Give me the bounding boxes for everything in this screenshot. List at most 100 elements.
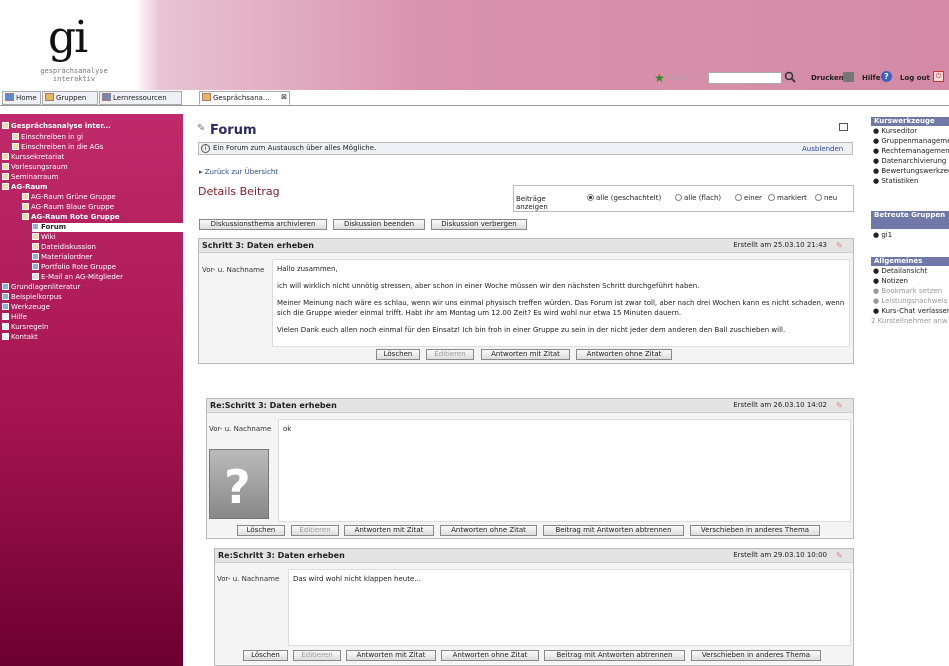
tool-link[interactable]: ● Gruppenmanagement (873, 137, 949, 146)
archive-thread-button[interactable]: Diskussionsthema archivieren (199, 219, 327, 230)
radio-icon[interactable] (735, 194, 742, 201)
sidebar-item-ag-red[interactable]: AG-Raum Rote Gruppe (22, 213, 205, 222)
reply-no-quote-button[interactable]: Antworten ohne Zitat (576, 349, 672, 360)
edit-button[interactable]: Editieren (426, 349, 474, 360)
sidebar-item-wiki[interactable]: Wiki (32, 233, 215, 242)
split-post-button[interactable]: Beitrag mit Antworten abtrennen (544, 650, 685, 661)
radio-nested[interactable]: alle (geschachtelt) (587, 194, 661, 202)
logo: gi gesprächsanalyse interaktiv (4, 6, 134, 90)
sidebar-item-enrol-gi[interactable]: Einschreiben in gi (12, 133, 195, 142)
delete-button[interactable]: Löschen (243, 650, 288, 661)
end-discussion-button[interactable]: Diskussion beenden (333, 219, 425, 230)
delete-button[interactable]: Löschen (237, 525, 285, 536)
edit-icon[interactable]: ✎ (836, 401, 845, 410)
sidebar-item-ag-green[interactable]: AG-Raum Grüne Gruppe (22, 193, 205, 202)
post-title-text: Re:Schritt 3: Daten erheben (218, 551, 345, 560)
star-icon[interactable]: ★ (654, 71, 665, 85)
general-link[interactable]: ● Kurs-Chat verlassen (873, 307, 949, 316)
reply-quote-button[interactable]: Antworten mit Zitat (481, 349, 570, 360)
sidebar-item-corpus[interactable]: Beispielkorpus (2, 293, 185, 302)
print-link[interactable]: Drucken (811, 74, 844, 82)
radio-marked[interactable]: markiert (768, 194, 807, 202)
sidebar-item-ag-blue[interactable]: AG-Raum Blaue Gruppe (22, 203, 205, 212)
sidebar-item-secretariat[interactable]: Kurssekretariat (2, 153, 185, 162)
post-paragraph: ich will wirklich nicht unnötig stressen… (277, 282, 700, 290)
edit-button[interactable]: Editieren (291, 525, 339, 536)
tool-link[interactable]: ● Bewertungswerkzeug (873, 167, 949, 176)
tab-home[interactable]: Home (2, 91, 41, 105)
sidebar-item-file-discussion[interactable]: Dateidiskussion (32, 243, 215, 252)
logout-icon[interactable]: ⏻ (933, 71, 944, 82)
general-link[interactable]: ● Notizen (873, 277, 949, 286)
general-link[interactable]: ● Bookmark setzen (873, 287, 949, 296)
back-link[interactable]: ▸ Zurück zur Übersicht (199, 168, 278, 176)
enrol-icon (12, 143, 19, 150)
reply-quote-button[interactable]: Antworten mit Zitat (344, 525, 434, 536)
radio-one[interactable]: einer (735, 194, 762, 202)
group-link[interactable]: ● gi1 (873, 231, 949, 240)
groups-header: Betreute Gruppen (871, 211, 949, 229)
sidebar-item-ag-room[interactable]: AG-Raum (2, 183, 185, 192)
radio-flat[interactable]: alle (flach) (675, 194, 721, 202)
radio-icon[interactable] (587, 194, 594, 201)
tools-header: Kurswerkzeuge (871, 117, 949, 126)
reply-no-quote-button[interactable]: Antworten ohne Zitat (440, 525, 537, 536)
move-post-button[interactable]: Verschieben in anderes Thema (691, 650, 821, 661)
radio-label: alle (flach) (684, 194, 722, 202)
general-link[interactable]: ● Leistungsnachweis (873, 297, 949, 306)
tool-link[interactable]: ● Datenarchivierung (873, 157, 949, 166)
radio-icon[interactable] (675, 194, 682, 201)
sidebar-item-lecture-room[interactable]: Vorlesungsraum (2, 163, 185, 172)
sidebar-item-enrol-ags[interactable]: Einschreiben in die AGs (12, 143, 195, 152)
reply-no-quote-button[interactable]: Antworten ohne Zitat (441, 650, 539, 661)
edit-icon[interactable]: ✎ (836, 551, 845, 560)
sidebar-item-contact[interactable]: Kontakt (2, 333, 185, 342)
logout-link[interactable]: Log out (900, 74, 930, 82)
move-post-button[interactable]: Verschieben in anderes Thema (690, 525, 820, 536)
split-post-button[interactable]: Beitrag mit Antworten abtrennen (543, 525, 684, 536)
sidebar-item-seminar-room[interactable]: Seminarraum (2, 173, 185, 182)
help-icon[interactable]: ? (881, 71, 892, 82)
tool-link[interactable]: ● Rechtemanagement (873, 147, 949, 156)
reply-quote-button[interactable]: Antworten mit Zitat (346, 650, 436, 661)
search-input[interactable] (708, 72, 782, 84)
mail-icon (32, 273, 39, 280)
hide-link[interactable]: Ausblenden (802, 145, 843, 153)
sidebar-item-help[interactable]: Hilfe (2, 313, 185, 322)
edit-button[interactable]: Editieren (293, 650, 341, 661)
tab-learning-resources[interactable]: Lernressourcen (99, 91, 182, 105)
sidebar-item-label: Grundlagenliteratur (11, 283, 81, 291)
tool-link[interactable]: ● Statistiken (873, 177, 949, 186)
sidebar-item-label: Kursregeln (11, 323, 49, 331)
sidebar-item-literature[interactable]: Grundlagenliteratur (2, 283, 185, 292)
sidebar-item-label: Einschreiben in gi (21, 133, 84, 141)
sidebar-item-portfolio[interactable]: Portfolio Rote Gruppe (32, 263, 215, 272)
edit-icon[interactable]: ✎ (836, 241, 845, 250)
radio-new[interactable]: neu (815, 194, 837, 202)
printer-icon[interactable] (843, 72, 854, 82)
tab-groups[interactable]: Gruppen (42, 91, 98, 105)
sidebar-item-label: E-Mail an AG-Mitglieder (41, 273, 123, 281)
sidebar-item-email[interactable]: E-Mail an AG-Mitglieder (32, 273, 215, 282)
tool-link[interactable]: ● Kurseditor (873, 127, 949, 136)
sidebar-item-course[interactable]: Gesprächsanalyse inter... (2, 122, 185, 131)
sidebar-item-forum[interactable]: Forum (32, 223, 183, 232)
post-paragraph: Meiner Meinung nach wäre es schlau, wenn… (277, 299, 845, 317)
general-link[interactable]: ● Detailansicht (873, 267, 949, 276)
sidebar-item-rules[interactable]: Kursregeln (2, 323, 185, 332)
sidebar-item-material-folder[interactable]: Materialordner (32, 253, 215, 262)
wiki-icon (32, 233, 39, 240)
general-label: Detailansicht (881, 267, 928, 275)
hide-discussion-button[interactable]: Diskussion verbergen (431, 219, 527, 230)
radio-icon[interactable] (768, 194, 775, 201)
radio-icon[interactable] (815, 194, 822, 201)
tab-course[interactable]: Gesprächsana... ⊠ (199, 91, 290, 105)
help-link[interactable]: Hilfe (862, 74, 880, 82)
close-tab-icon[interactable]: ⊠ (281, 91, 287, 103)
print-icon[interactable] (839, 123, 848, 131)
post-paragraph: Hallo zusammen, (277, 265, 338, 273)
avatar: ? (209, 449, 269, 519)
search-icon[interactable] (784, 71, 796, 83)
delete-button[interactable]: Löschen (376, 349, 420, 360)
sidebar-item-tools[interactable]: Werkzeuge (2, 303, 185, 312)
